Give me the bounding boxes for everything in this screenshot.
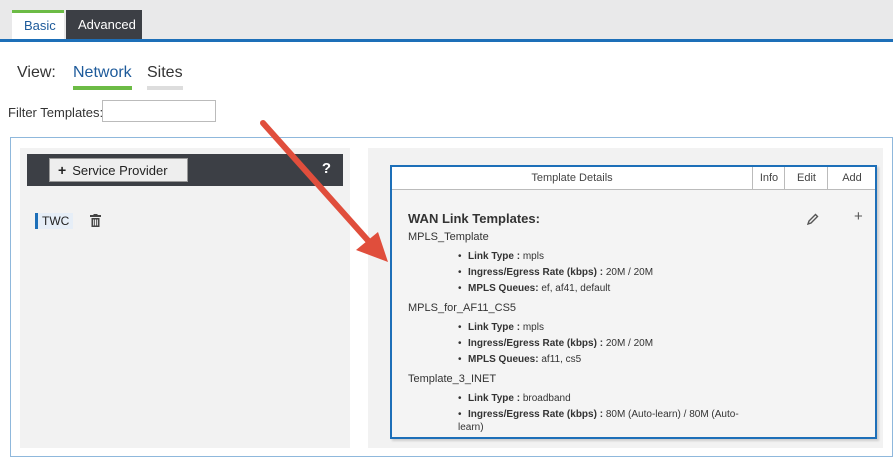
field-value: mpls (520, 251, 544, 262)
field-label: Ingress/Egress Rate (kbps) : (468, 338, 604, 349)
template-field: • Link Type : mpls (458, 322, 544, 333)
field-value: broadband (520, 393, 571, 404)
template-details-box: Template Details Info Edit Add WAN Link … (390, 165, 877, 439)
template-field: • Link Type : broadband (458, 393, 571, 404)
field-label: Link Type : (468, 322, 521, 333)
help-icon[interactable]: ? (322, 160, 331, 177)
template-field: • Link Type : mpls (458, 251, 544, 262)
template-details-header: Template Details Info Edit Add (392, 167, 875, 190)
field-label: MPLS Queues: (468, 283, 539, 294)
template-name: Template_3_INET (408, 373, 497, 385)
template-field: • Ingress/Egress Rate (kbps) : 20M / 20M (458, 338, 654, 349)
template-field: • MPLS Queues: ef, af41, default (458, 283, 611, 294)
view-label: View: (17, 64, 56, 81)
info-tab[interactable]: Info (752, 167, 785, 189)
field-value: mpls (520, 322, 544, 333)
template-field: • Ingress/Egress Rate (kbps) : 20M / 20M (458, 267, 654, 278)
template-name: MPLS_Template (408, 231, 489, 243)
pencil-icon[interactable] (806, 212, 819, 230)
field-label: Link Type : (468, 393, 521, 404)
add-service-provider-button[interactable]: + Service Provider (49, 158, 188, 182)
field-value: 20M / 20M (603, 338, 654, 349)
field-label: Ingress/Egress Rate (kbps) : (468, 267, 604, 278)
template-details-title: Template Details (531, 172, 613, 184)
service-provider-item[interactable]: TWC (35, 213, 74, 229)
view-network-link[interactable]: Network (73, 64, 132, 90)
add-service-provider-label: Service Provider (72, 163, 168, 178)
add-template-icon[interactable]: + (854, 208, 863, 225)
filter-templates-label: Filter Templates: (8, 105, 104, 120)
field-label: MPLS Queues: (468, 354, 539, 365)
service-provider-panel: + Service Provider ? TWC (20, 148, 350, 448)
wan-link-templates-title: WAN Link Templates: (408, 211, 540, 226)
add-tab[interactable]: Add (827, 167, 876, 189)
field-value: ef, af41, default (538, 283, 611, 294)
template-field: • MPLS Queues: af11, cs5 (458, 354, 582, 365)
tab-basic[interactable]: Basic (12, 10, 64, 39)
field-label: Ingress/Egress Rate (kbps) : (468, 409, 604, 420)
service-provider-header: + Service Provider ? (27, 154, 343, 186)
plus-icon: + (58, 162, 67, 178)
trash-icon[interactable] (90, 214, 101, 232)
main-panel: + Service Provider ? TWC Template Details… (10, 137, 893, 457)
field-value: 20M / 20M (603, 267, 654, 278)
tab-bar: Basic Advanced (0, 0, 893, 42)
template-field: • Ingress/Egress Rate (kbps) : 80M (Auto-… (458, 409, 739, 433)
template-name: MPLS_for_AF11_CS5 (408, 302, 517, 314)
field-value: af11, cs5 (538, 354, 582, 365)
template-details-panel: Template Details Info Edit Add WAN Link … (368, 148, 883, 448)
tab-advanced[interactable]: Advanced (66, 10, 142, 39)
view-sites-link[interactable]: Sites (147, 64, 183, 90)
field-label: Link Type : (468, 251, 521, 262)
filter-templates-input[interactable] (102, 100, 216, 122)
edit-tab[interactable]: Edit (784, 167, 828, 189)
